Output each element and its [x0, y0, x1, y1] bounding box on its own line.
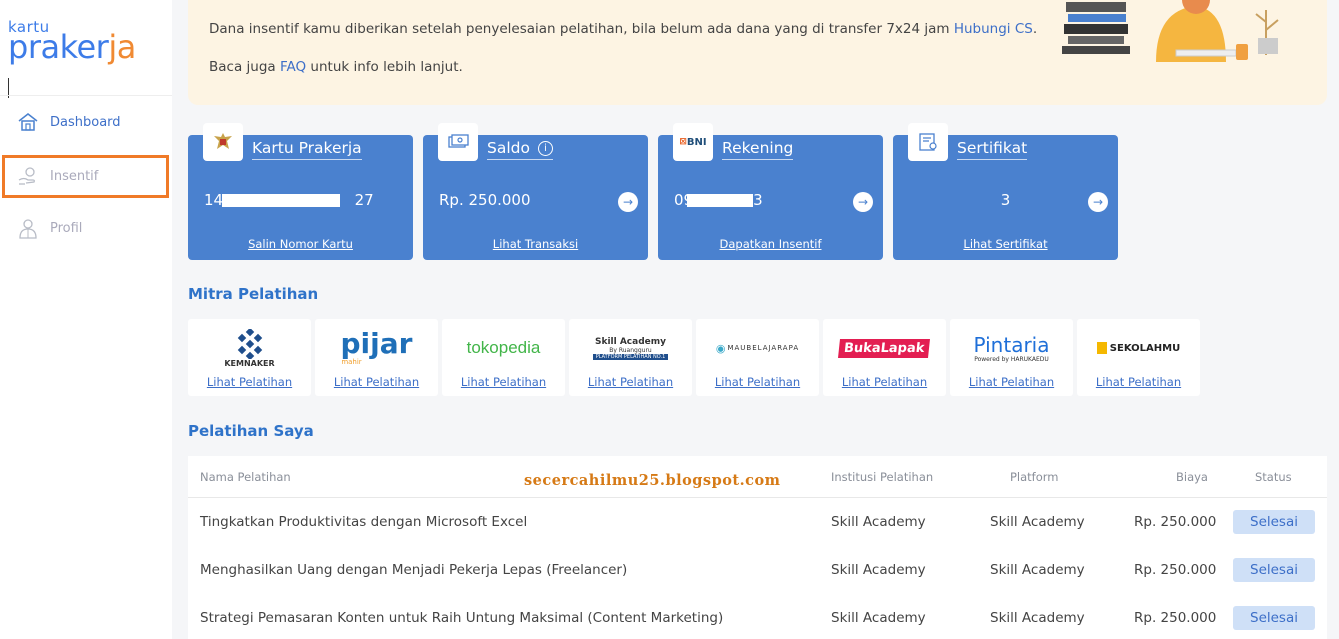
kemnaker-logo: KEMNAKER [188, 323, 311, 373]
table-cell-nama[interactable]: Tingkatkan Produktivitas dengan Microsof… [200, 514, 527, 530]
table-cell-biaya: Rp. 250.000 [1134, 514, 1217, 530]
arrow-right-icon[interactable]: → [618, 192, 638, 212]
certificate-icon [908, 123, 948, 161]
partner-pijar[interactable]: pijar mahir Lihat Pelatihan [315, 319, 438, 396]
sidebar-item-label: Insentif [50, 168, 99, 184]
column-header: Biaya [1176, 470, 1208, 484]
partner-maubelajarapa[interactable]: ◉ MAUBELAJARAPA Lihat Pelatihan [696, 319, 819, 396]
mitra-pelatihan-title: Mitra Pelatihan [188, 285, 319, 303]
table-cell-nama[interactable]: Menghasilkan Uang dengan Menjadi Pekerja… [200, 562, 627, 578]
column-header: Status [1255, 470, 1292, 484]
status-badge: Selesai [1233, 606, 1315, 630]
partner-kemnaker[interactable]: KEMNAKER Lihat Pelatihan [188, 319, 311, 396]
person-icon [16, 216, 40, 240]
column-header: Institusi Pelatihan [831, 470, 934, 484]
arrow-right-icon[interactable]: → [1088, 192, 1108, 212]
card-kartu-prakerja: Kartu Prakerja 140 27 Salin Nomor Kartu [188, 123, 413, 260]
table-cell-institusi: Skill Academy [831, 610, 926, 626]
hubungi-cs-link[interactable]: Hubungi CS [954, 21, 1033, 37]
partner-skill-academy[interactable]: Skill Academy By Ruangguru PLATFORM PELA… [569, 319, 692, 396]
home-icon [16, 110, 40, 134]
banner-line-1: Dana insentif kamu diberikan setelah pen… [209, 21, 1038, 37]
partner-tokopedia[interactable]: tokopedia Lihat Pelatihan [442, 319, 565, 396]
money-icon [438, 123, 478, 161]
partner-bukalapak[interactable]: BukaLapak Lihat Pelatihan [823, 319, 946, 396]
card-sertifikat: Sertifikat 3 → Lihat Sertifikat [893, 123, 1118, 260]
dapatkan-insentif-link[interactable]: Dapatkan Insentif [658, 237, 883, 251]
info-icon[interactable]: i [537, 141, 553, 156]
lihat-pelatihan-link[interactable]: Lihat Pelatihan [188, 375, 311, 389]
salin-nomor-kartu-link[interactable]: Salin Nomor Kartu [188, 237, 413, 251]
info-banner: Dana insentif kamu diberikan setelah pen… [188, 0, 1327, 105]
redaction-bar [687, 194, 753, 207]
table-cell-biaya: Rp. 250.000 [1134, 562, 1217, 578]
lihat-pelatihan-link[interactable]: Lihat Pelatihan [315, 375, 438, 389]
lihat-pelatihan-link[interactable]: Lihat Pelatihan [823, 375, 946, 389]
card-title: Saldo i [487, 139, 553, 160]
arrow-right-icon[interactable]: → [853, 192, 873, 212]
redaction-bar [222, 194, 340, 207]
card-saldo: Saldo i Rp. 250.000 → Lihat Transaksi [423, 123, 648, 260]
bni-logo-icon: ⊠ BNI [673, 123, 713, 161]
pijar-logo: pijar mahir [340, 327, 413, 367]
sidebar-item-insentif[interactable]: Insentif [0, 154, 172, 198]
sidebar-item-label: Dashboard [50, 114, 121, 130]
card-rekening: ⊠ BNI Rekening 09 3 → Dapatkan Insentif [658, 123, 883, 260]
pelatihan-table: Nama Pelatihan Institusi Pelatihan Platf… [188, 456, 1327, 639]
column-header: Platform [1010, 470, 1059, 484]
sidebar-divider [0, 95, 172, 96]
card-title: Kartu Prakerja [252, 139, 362, 160]
lihat-pelatihan-link[interactable]: Lihat Pelatihan [569, 375, 692, 389]
banner-line-2: Baca juga FAQ untuk info lebih lanjut. [209, 59, 463, 75]
bukalapak-logo: BukaLapak [823, 323, 946, 373]
pelatihan-saya-title: Pelatihan Saya [188, 422, 314, 440]
prakerja-logo[interactable]: kartu prakerja [8, 18, 168, 78]
maubelajarapa-logo: ◉ MAUBELAJARAPA [715, 341, 800, 355]
sertifikat-count: 3 [1000, 191, 1011, 209]
header-divider [188, 497, 1327, 498]
table-cell-nama[interactable]: Strategi Pemasaran Konten untuk Raih Unt… [200, 610, 723, 626]
faq-link[interactable]: FAQ [280, 59, 306, 75]
table-cell-platform: Skill Academy [990, 514, 1085, 530]
skill-academy-logo: Skill Academy By Ruangguru PLATFORM PELA… [569, 323, 692, 373]
status-badge: Selesai [1233, 510, 1315, 534]
lihat-pelatihan-link[interactable]: Lihat Pelatihan [442, 375, 565, 389]
sidebar-item-dashboard[interactable]: Dashboard [0, 100, 172, 144]
pintaria-logo: Pintaria Powered by HARUKAEDU [973, 332, 1050, 363]
partner-pintaria[interactable]: Pintaria Powered by HARUKAEDU Lihat Pela… [950, 319, 1073, 396]
lihat-pelatihan-link[interactable]: Lihat Pelatihan [950, 375, 1073, 389]
card-title: Sertifikat [957, 139, 1028, 160]
tokopedia-logo: tokopedia [466, 338, 541, 357]
column-header: Nama Pelatihan [200, 470, 291, 484]
table-cell-platform: Skill Academy [990, 562, 1085, 578]
sidebar-item-profil[interactable]: Profil [0, 206, 172, 250]
card-title: Rekening [722, 139, 794, 160]
table-cell-biaya: Rp. 250.000 [1134, 610, 1217, 626]
watermark-text: secercahilmu25.blogspot.com [524, 472, 781, 489]
partner-sekolahmu[interactable]: SEKOLAHMU Lihat Pelatihan [1077, 319, 1200, 396]
lihat-sertifikat-link[interactable]: Lihat Sertifikat [893, 237, 1118, 251]
lihat-transaksi-link[interactable]: Lihat Transaksi [423, 237, 648, 251]
sidebar-item-label: Profil [50, 220, 83, 236]
table-cell-institusi: Skill Academy [831, 562, 926, 578]
lihat-pelatihan-link[interactable]: Lihat Pelatihan [1077, 375, 1200, 389]
studying-illustration [1062, 0, 1279, 62]
lihat-pelatihan-link[interactable]: Lihat Pelatihan [696, 375, 819, 389]
status-badge: Selesai [1233, 558, 1315, 582]
logo-big-text: prakerja [8, 28, 136, 66]
hand-coin-icon [16, 164, 40, 188]
sidebar: kartu prakerja Dashboard Insentif Profil [0, 0, 172, 639]
garuda-emblem-icon [203, 123, 243, 161]
saldo-value: Rp. 250.000 [439, 191, 531, 209]
table-cell-institusi: Skill Academy [831, 514, 926, 530]
table-cell-platform: Skill Academy [990, 610, 1085, 626]
sekolahmu-logo: SEKOLAHMU [1077, 323, 1200, 373]
